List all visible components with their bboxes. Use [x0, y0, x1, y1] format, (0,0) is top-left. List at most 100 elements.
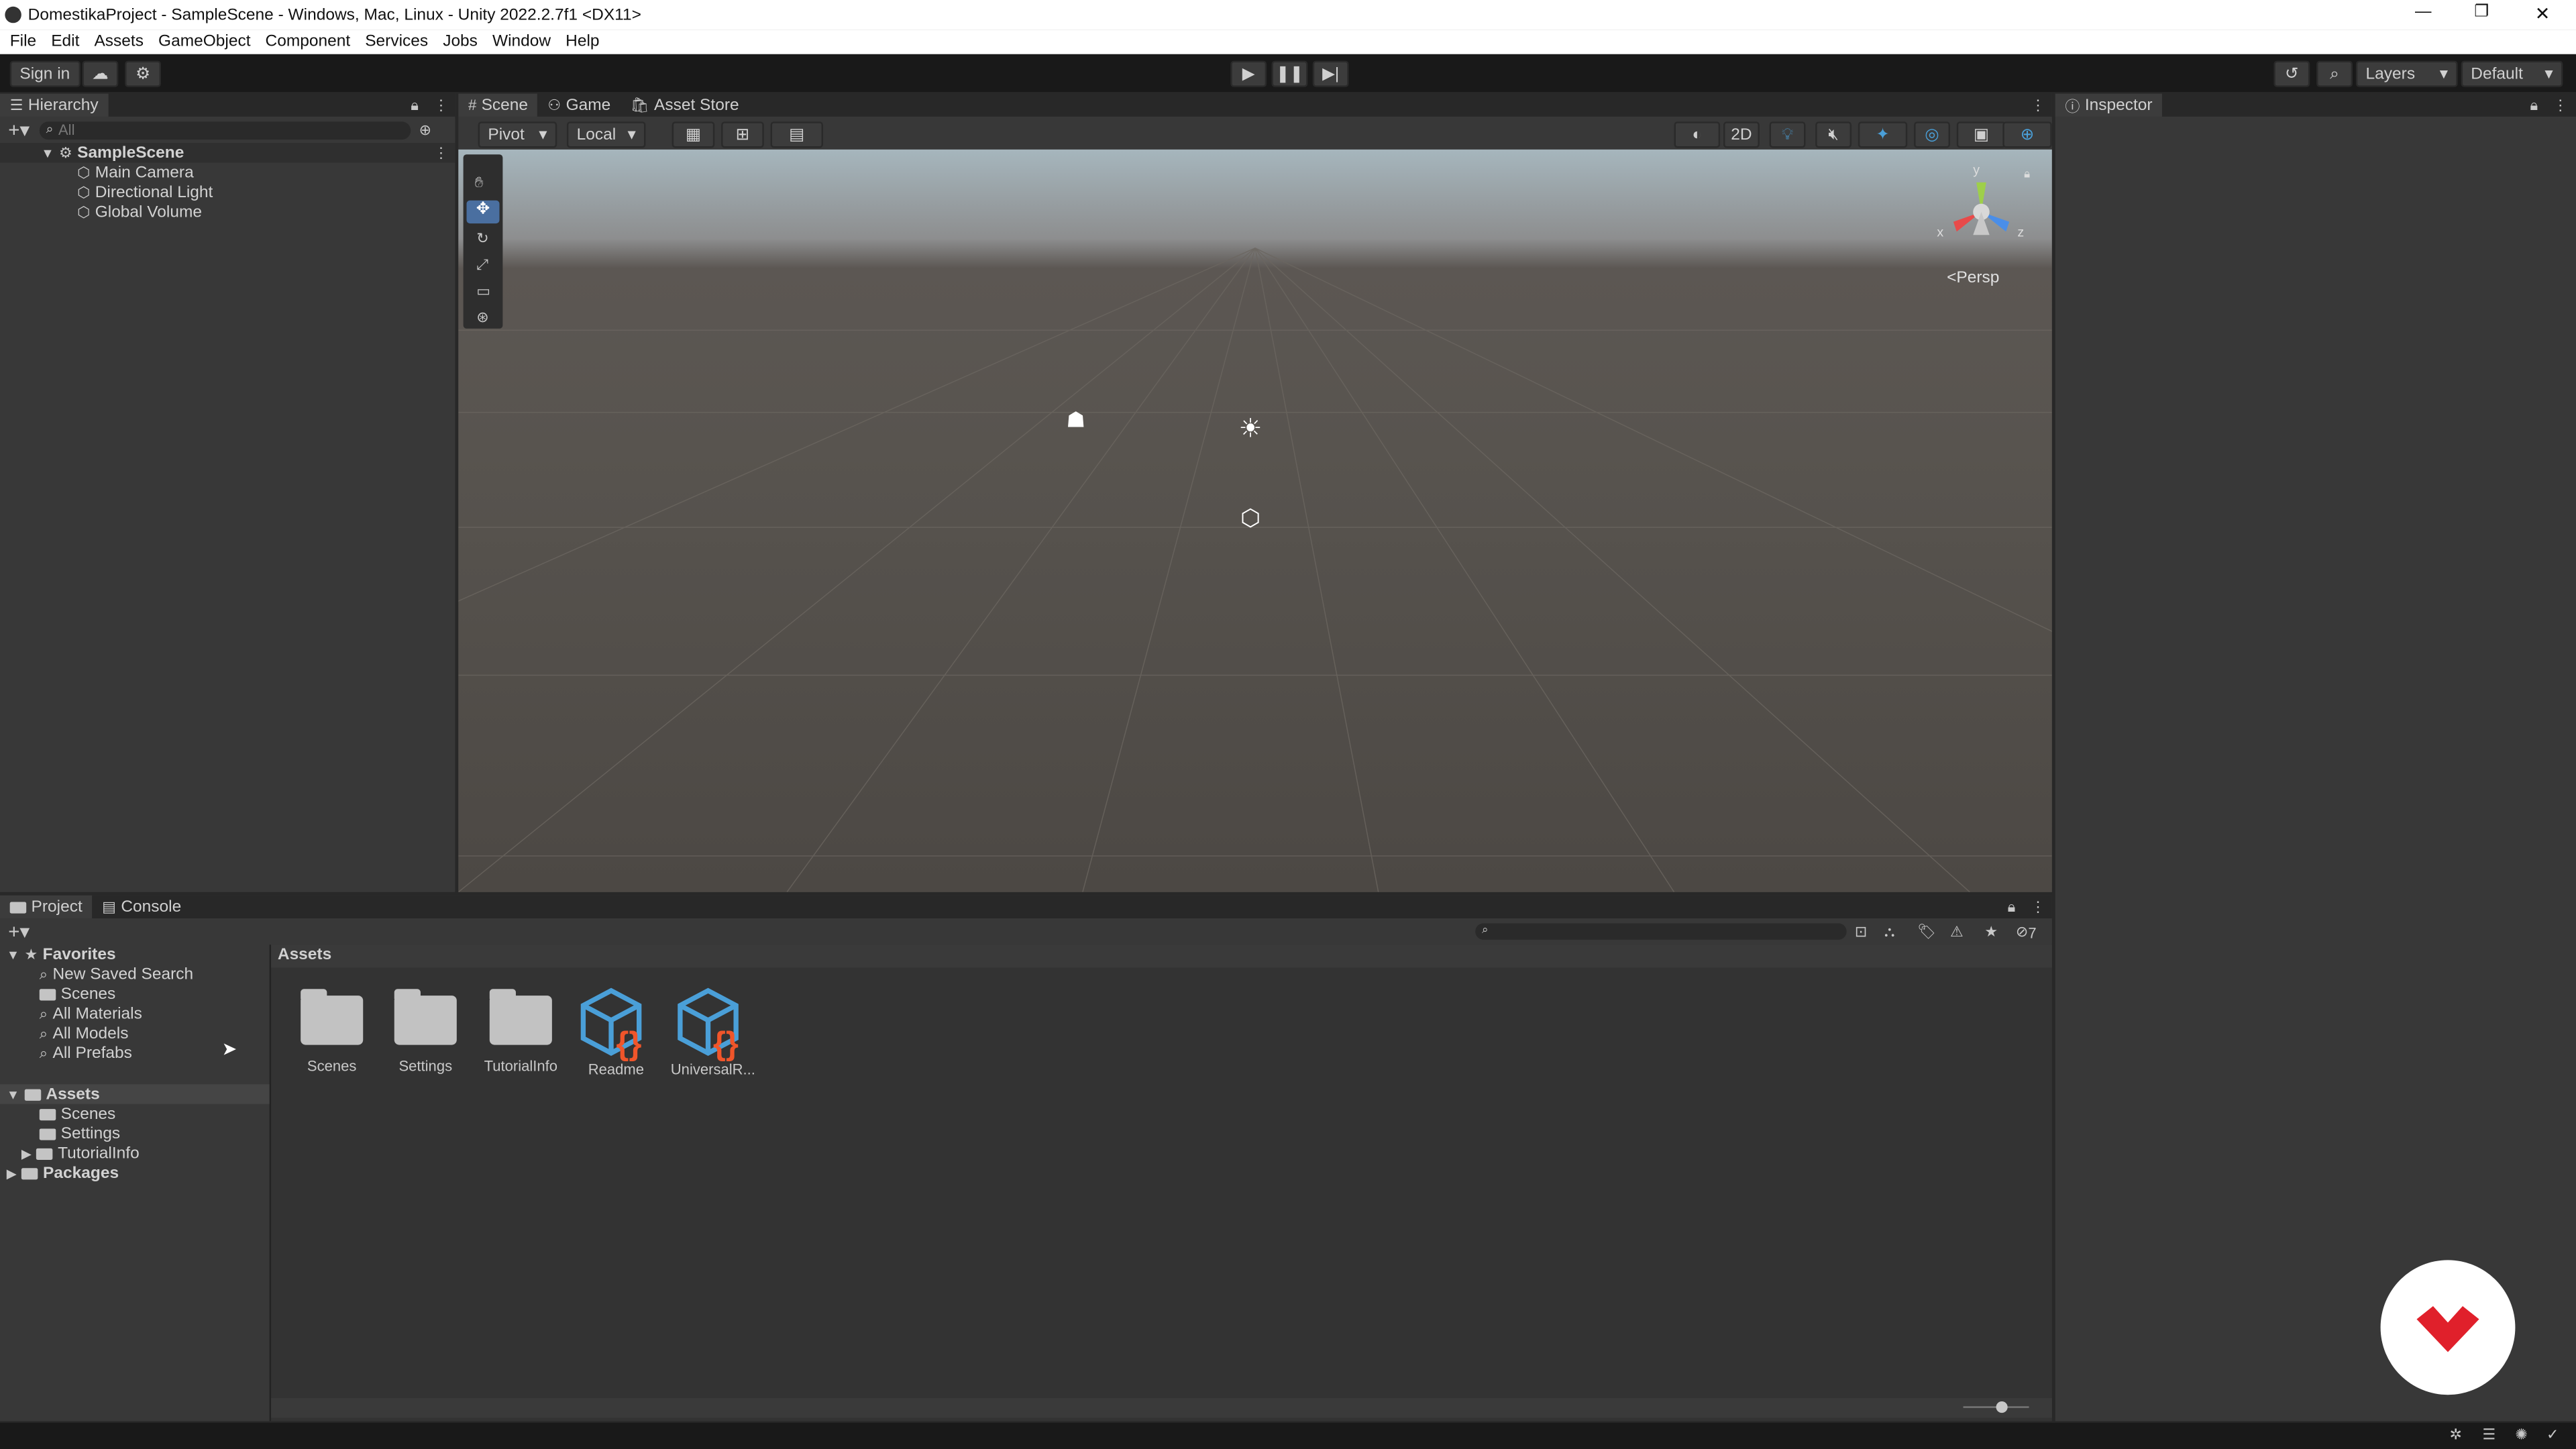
- assets-tree-item[interactable]: ▶ TutorialInfo: [21, 1144, 140, 1163]
- menu-component[interactable]: Component: [266, 33, 351, 51]
- menu-gameobject[interactable]: GameObject: [158, 33, 250, 51]
- sign-in-button[interactable]: Sign in: [9, 60, 80, 87]
- asset-item[interactable]: TutorialInfo: [478, 985, 564, 1075]
- hierarchy-item[interactable]: ⬡ Main Camera: [77, 162, 194, 182]
- scale-tool-icon[interactable]: ⤢: [476, 256, 488, 274]
- tab-inspector[interactable]: ⓘ Inspector: [2055, 93, 2163, 117]
- bug-icon[interactable]: ✲: [2449, 1426, 2461, 1444]
- pause-button[interactable]: ❚❚: [1271, 60, 1308, 87]
- gizmos-toggle-icon[interactable]: ⊕: [2002, 121, 2052, 148]
- toggle-2d-button[interactable]: 2D: [1723, 121, 1760, 148]
- filter-label-icon[interactable]: 🏷︎: [1917, 923, 1936, 941]
- favorite-item[interactable]: ⌕ All Models: [40, 1024, 129, 1043]
- camera-settings-icon[interactable]: ▣: [1956, 121, 2006, 148]
- collab-icon[interactable]: ⚙: [125, 60, 162, 87]
- hierarchy-item[interactable]: ⬡ Global Volume: [77, 202, 202, 221]
- favorite-item[interactable]: ⌕ All Prefabs: [40, 1043, 132, 1063]
- layers-stack-icon[interactable]: ☰: [2482, 1426, 2496, 1444]
- packages-header[interactable]: ▶ Packages: [7, 1163, 119, 1183]
- more-options-icon[interactable]: ⋮: [2031, 899, 2045, 917]
- close-button[interactable]: ✕: [2535, 3, 2551, 25]
- tab-scene[interactable]: # Scene: [458, 93, 538, 117]
- log-filter-icon[interactable]: ⚠: [1950, 923, 1964, 941]
- zoom-slider-handle[interactable]: [1996, 1401, 2008, 1413]
- more-options-icon[interactable]: ⋮: [2553, 97, 2568, 115]
- assets-header[interactable]: ▼ Assets: [0, 1084, 270, 1104]
- scene-viewport[interactable]: ✋︎ ✥ ↻ ⤢ ▭ ⊛ y x z 🔒︎ <Persp ☗ ☀ ⬡: [458, 149, 2052, 892]
- tab-project[interactable]: Project: [0, 895, 93, 918]
- increment-snap-icon[interactable]: ⊞: [721, 121, 764, 148]
- hidden-packages-toggle[interactable]: ⊘ 7: [2016, 923, 2037, 941]
- search-icon[interactable]: ⌕: [2316, 60, 2353, 87]
- step-button[interactable]: ▶|: [1312, 60, 1349, 87]
- grid-visibility-icon[interactable]: ▤: [770, 121, 823, 148]
- audio-toggle-icon[interactable]: 🔇︎: [1815, 121, 1852, 148]
- auto-generate-icon[interactable]: ✺: [2515, 1426, 2527, 1444]
- assets-tree-item[interactable]: Settings: [39, 1124, 120, 1143]
- grid-snap-icon[interactable]: ▦: [672, 121, 715, 148]
- hierarchy-search-input[interactable]: ⌕ All: [39, 121, 411, 139]
- asset-item[interactable]: {} Readme: [574, 985, 659, 1078]
- gizmo-lock-icon[interactable]: 🔒︎: [2024, 169, 2030, 182]
- menu-file[interactable]: File: [10, 33, 36, 51]
- play-button[interactable]: ▶: [1230, 60, 1267, 87]
- light-gizmo-icon[interactable]: ☀: [1239, 413, 1263, 445]
- favorite-item[interactable]: ⌕ New Saved Search: [40, 965, 193, 984]
- menu-window[interactable]: Window: [492, 33, 551, 51]
- menu-jobs[interactable]: Jobs: [443, 33, 478, 51]
- tab-hierarchy[interactable]: ☰ Hierarchy: [0, 93, 109, 117]
- assets-tree-item[interactable]: Scenes: [39, 1104, 115, 1124]
- collapsed-arrow-icon[interactable]: ▶: [21, 1146, 32, 1161]
- transform-tool-icon[interactable]: ⊛: [476, 309, 488, 327]
- layout-dropdown[interactable]: Default ▾: [2461, 60, 2563, 87]
- lighting-toggle-icon[interactable]: 💡︎: [1769, 121, 1806, 148]
- local-dropdown[interactable]: Local ▾: [566, 121, 646, 148]
- menu-help[interactable]: Help: [566, 33, 599, 51]
- add-icon[interactable]: +▾: [8, 118, 30, 141]
- scene-row[interactable]: ▼ ⚙ SampleScene ⋮: [0, 143, 455, 163]
- favorite-star-icon[interactable]: ★: [1984, 923, 1998, 941]
- expand-arrow-icon[interactable]: ▼: [7, 947, 19, 962]
- add-icon[interactable]: +▾: [8, 920, 30, 943]
- layers-dropdown[interactable]: Layers ▾: [2355, 60, 2458, 87]
- expand-arrow-icon[interactable]: ▼: [7, 1087, 19, 1102]
- tab-console[interactable]: ▤ Console: [92, 896, 191, 918]
- favorite-item[interactable]: Scenes: [39, 984, 115, 1004]
- more-options-icon[interactable]: ⋮: [2031, 97, 2045, 115]
- favorites-header[interactable]: ▼ ★ Favorites: [7, 945, 116, 964]
- check-circle-icon[interactable]: ✓: [2546, 1426, 2559, 1444]
- asset-item[interactable]: Settings: [383, 985, 468, 1075]
- move-tool-icon[interactable]: ✥: [466, 200, 500, 224]
- effects-toggle-icon[interactable]: ✦: [1858, 121, 1908, 148]
- shading-mode-icon[interactable]: ◐: [1674, 121, 1721, 148]
- volume-gizmo-icon[interactable]: ⬡: [1240, 504, 1260, 533]
- orientation-gizmo[interactable]: y x z 🔒︎: [1937, 162, 2039, 261]
- scene-more-icon[interactable]: ⋮: [434, 144, 449, 162]
- tab-asset-store[interactable]: 🛍︎ Asset Store: [621, 94, 749, 117]
- search-scope-icon[interactable]: ⊡: [1855, 923, 1867, 941]
- more-options-icon[interactable]: ⋮: [434, 97, 449, 115]
- asset-item[interactable]: {} UniversalR...: [670, 985, 755, 1078]
- hierarchy-item[interactable]: ⬡ Directional Light: [77, 182, 213, 202]
- tab-game[interactable]: ⚇ Game: [538, 94, 621, 117]
- asset-item[interactable]: Scenes: [289, 985, 374, 1075]
- hand-tool-icon[interactable]: ✋︎: [475, 174, 484, 193]
- menu-edit[interactable]: Edit: [51, 33, 79, 51]
- favorite-item[interactable]: ⌕ All Materials: [40, 1004, 142, 1023]
- persp-label[interactable]: <Persp: [1947, 270, 1999, 288]
- scene-visibility-icon[interactable]: ◎: [1914, 121, 1950, 148]
- camera-gizmo-icon[interactable]: ☗: [1066, 407, 1085, 433]
- minimize-button[interactable]: —: [2415, 3, 2431, 21]
- lock-icon[interactable]: 🔒︎: [2530, 97, 2538, 115]
- cloud-icon[interactable]: ☁: [82, 60, 119, 87]
- history-icon[interactable]: ↺: [2273, 60, 2310, 87]
- lock-icon[interactable]: 🔒︎: [411, 97, 419, 115]
- lock-icon[interactable]: 🔒︎: [2008, 899, 2016, 917]
- rotate-tool-icon[interactable]: ↻: [476, 230, 488, 248]
- collapsed-arrow-icon[interactable]: ▶: [7, 1166, 17, 1181]
- filter-type-icon[interactable]: ⛬: [1884, 923, 1894, 941]
- breadcrumb-assets[interactable]: Assets: [278, 947, 331, 965]
- rect-tool-icon[interactable]: ▭: [476, 282, 490, 301]
- project-search-input[interactable]: ⌕: [1475, 923, 1847, 940]
- pivot-dropdown[interactable]: Pivot ▾: [478, 121, 557, 148]
